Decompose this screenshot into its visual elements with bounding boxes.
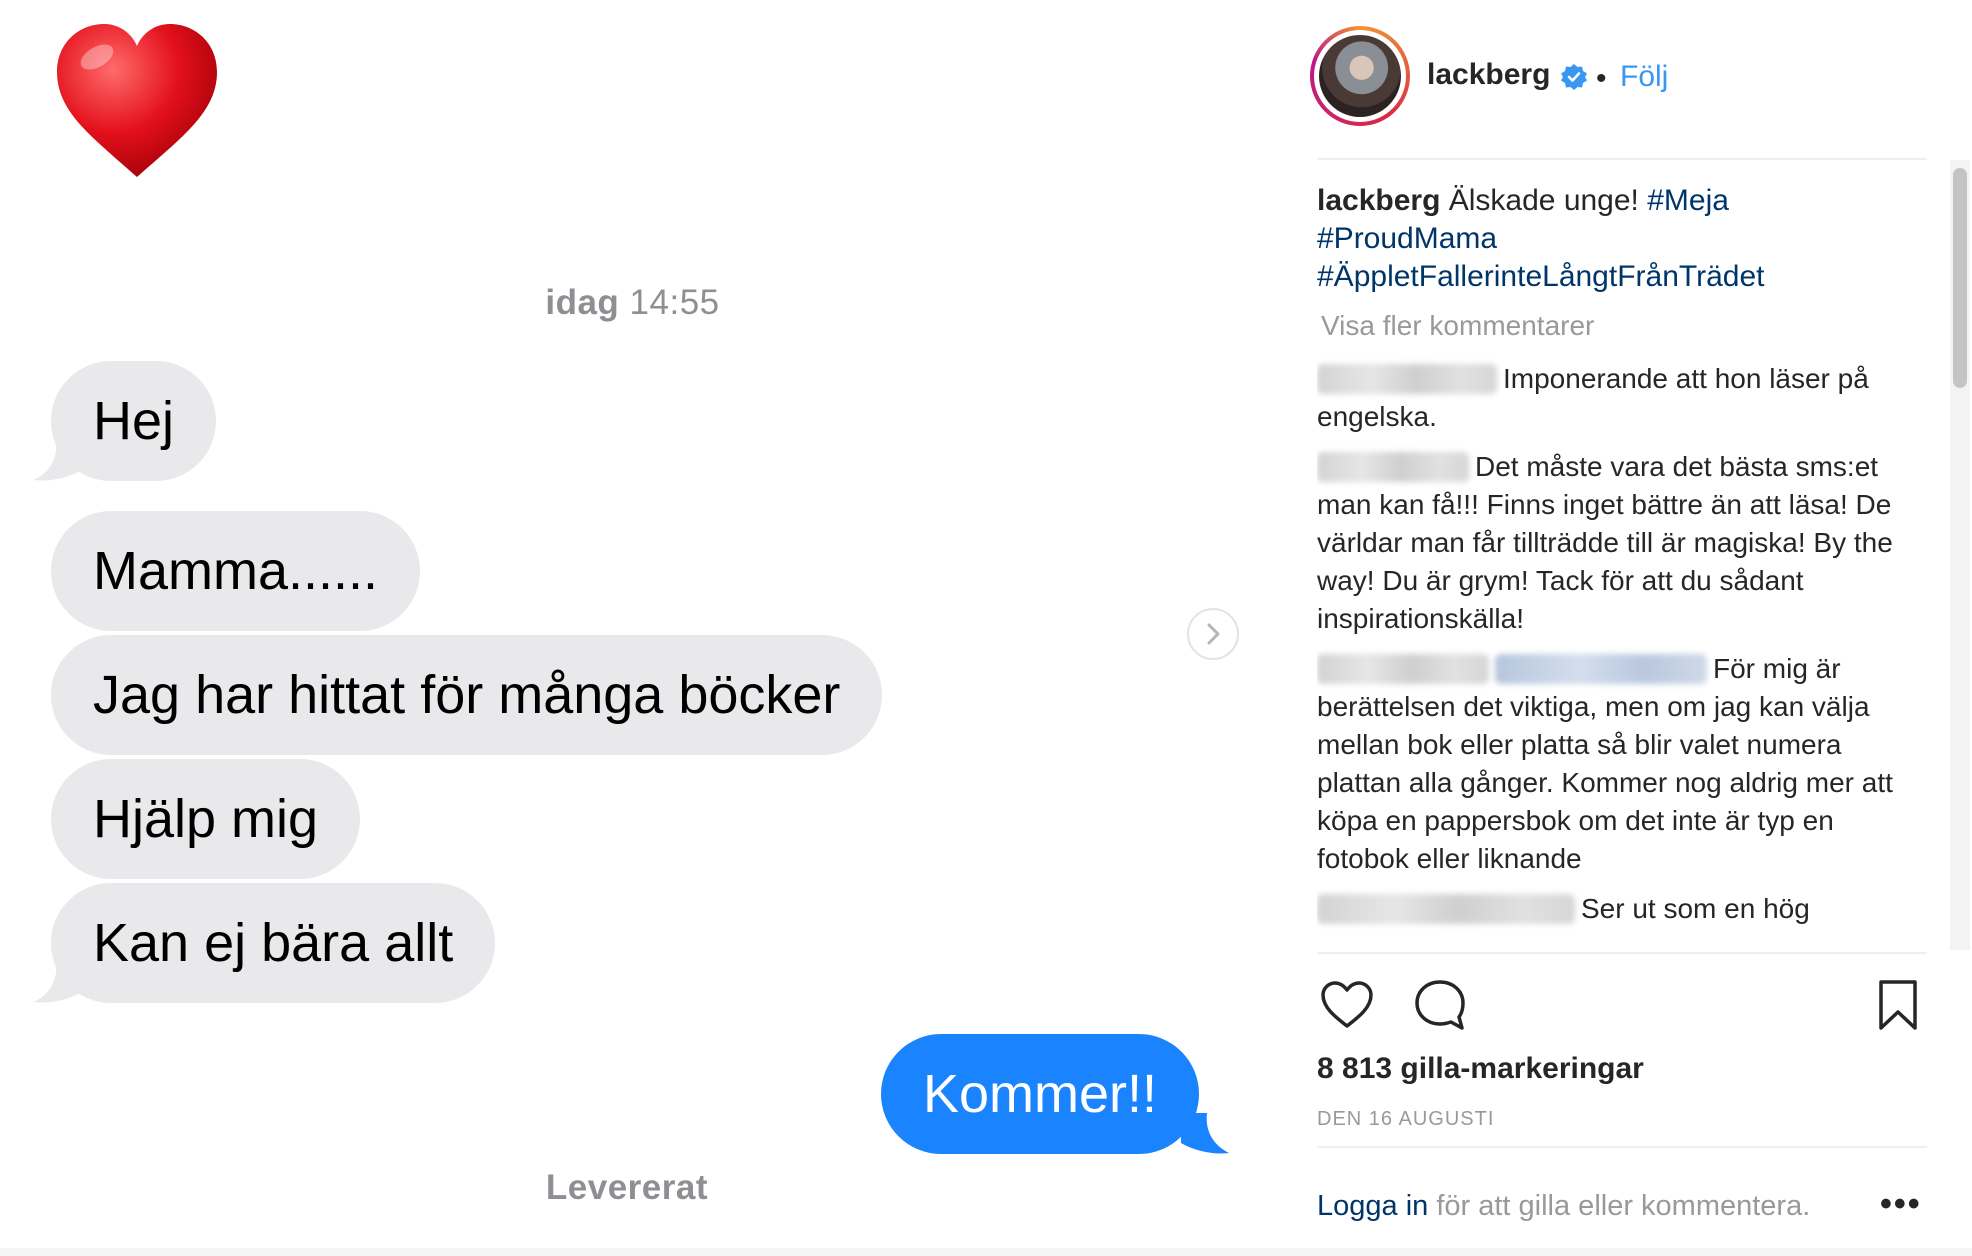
heart-icon[interactable] — [1320, 980, 1374, 1030]
comment-text: För mig är berättelsen det viktiga, men … — [1317, 653, 1893, 874]
bookmark-icon[interactable] — [1876, 978, 1920, 1032]
comment-item: Det måste vara det bästa sms:et man kan … — [1317, 448, 1917, 638]
outgoing-message: Kommer!! — [881, 1034, 1200, 1154]
footer-divider — [1317, 1146, 1927, 1148]
bottom-edge — [0, 1248, 1972, 1256]
post-username[interactable]: lackberg — [1427, 58, 1550, 92]
comment-item: För mig är berättelsen det viktiga, men … — [1317, 650, 1917, 878]
caption-username[interactable]: lackberg — [1317, 184, 1440, 217]
avatar[interactable] — [1310, 26, 1410, 126]
profile-photo — [1319, 35, 1401, 117]
incoming-message: Jag har hittat för många böcker — [51, 635, 883, 755]
hashtag-link[interactable]: #ÄppletFallerinteLångtFrånTrädet — [1317, 260, 1764, 293]
comment-text: Ser ut som en hög — [1581, 893, 1810, 924]
heart-emoji — [57, 24, 217, 177]
delivery-status: Levererat — [545, 1168, 708, 1207]
follow-button[interactable]: Följ — [1620, 60, 1668, 94]
scrollbar-thumb[interactable] — [1953, 168, 1967, 388]
blurred-username — [1317, 452, 1469, 482]
likes-count[interactable]: 8 813 gilla-markeringar — [1317, 1052, 1644, 1086]
blurred-mention — [1495, 654, 1707, 684]
timestamp-day: idag — [545, 283, 620, 322]
comment-item: Ser ut som en hög — [1317, 890, 1917, 928]
post-caption: lackberg Älskade unge! #Meja #ProudMama … — [1317, 182, 1917, 296]
message-timestamp: idag 14:55 — [0, 283, 1265, 323]
incoming-message: Kan ej bära allt — [51, 883, 496, 1003]
post-date: DEN 16 AUGUSTI — [1317, 1108, 1495, 1130]
separator-dot: • — [1596, 62, 1607, 95]
post-panel: lackberg • Följ lackberg Älskade unge! #… — [1290, 0, 1972, 1256]
hashtag-link[interactable]: #ProudMama — [1317, 222, 1497, 255]
bubble-tail — [1181, 1113, 1229, 1154]
caption-text: Älskade unge! — [1448, 184, 1639, 217]
next-image-button[interactable] — [1187, 608, 1239, 660]
blurred-username — [1317, 654, 1489, 684]
header-divider — [1317, 158, 1927, 160]
login-prompt: Logga in för att gilla eller kommentera. — [1317, 1190, 1810, 1223]
incoming-message: Mamma...... — [51, 511, 421, 631]
incoming-message: Hjälp mig — [51, 759, 361, 879]
load-more-comments[interactable]: Visa fler kommentarer — [1317, 310, 1917, 342]
verified-badge-icon — [1561, 64, 1587, 90]
bubble-tail — [34, 440, 82, 481]
timestamp-time: 14:55 — [629, 283, 720, 322]
more-options-icon[interactable]: ••• — [1880, 1185, 1922, 1224]
actions-divider — [1317, 952, 1927, 954]
hashtag-link[interactable]: #Meja — [1647, 184, 1729, 217]
blurred-username — [1317, 364, 1497, 394]
message-thread: idag 14:55 Hej Mamma...... Jag har hitta… — [0, 0, 1290, 1256]
comment-icon[interactable] — [1413, 978, 1467, 1032]
chevron-right-icon — [1207, 623, 1220, 645]
blurred-username — [1317, 894, 1575, 924]
login-text: för att gilla eller kommentera. — [1436, 1190, 1811, 1222]
login-link[interactable]: Logga in — [1317, 1190, 1428, 1222]
bubble-tail — [34, 962, 82, 1003]
comment-item: Imponerande att hon läser på engelska. — [1317, 360, 1917, 436]
comments-list[interactable]: lackberg Älskade unge! #Meja #ProudMama … — [1317, 182, 1917, 952]
